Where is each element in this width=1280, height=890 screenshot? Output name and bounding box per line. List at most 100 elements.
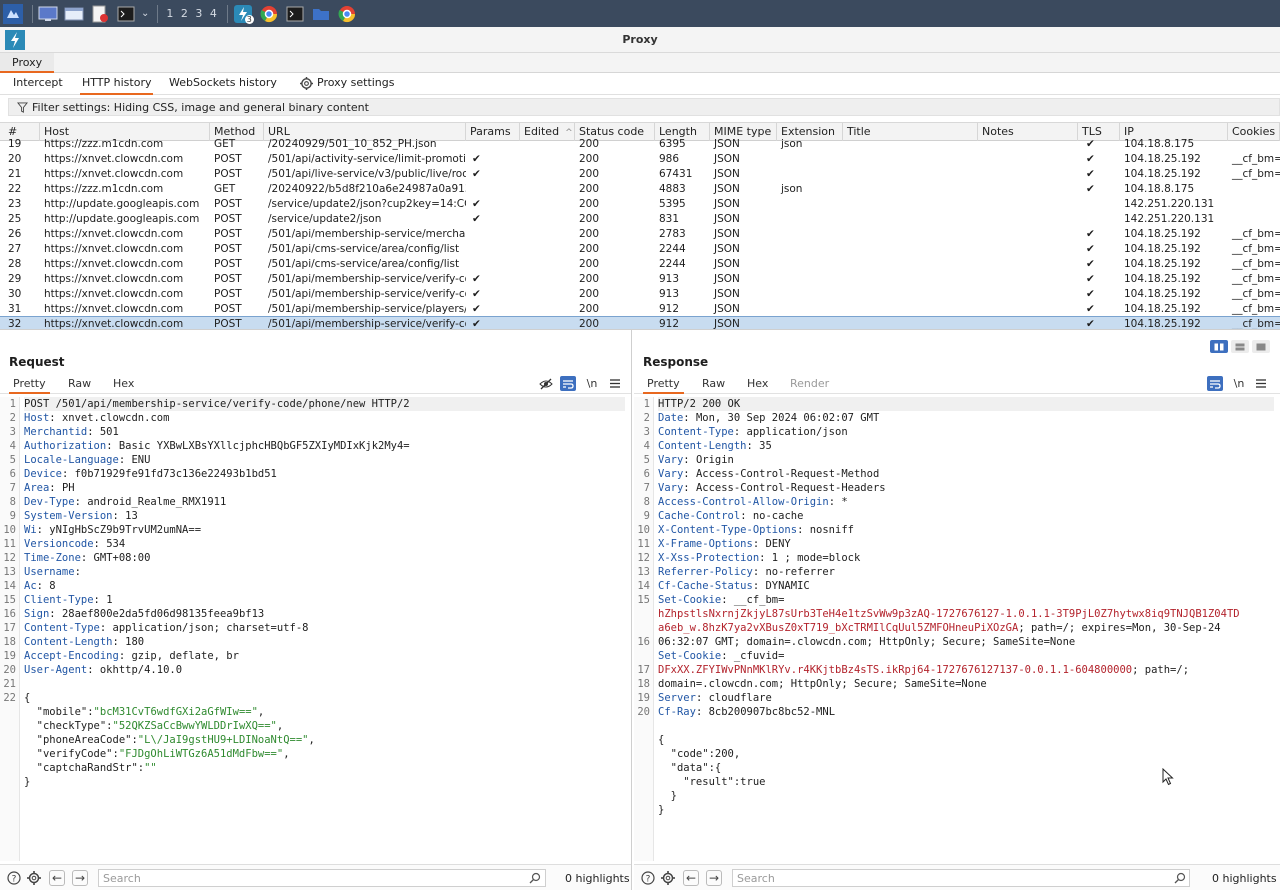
code-text: ; path=/; [1132,664,1190,676]
cell-cookies [1228,182,1280,197]
line-number: 3 [9,426,16,438]
code-text: : * [828,496,848,508]
text-editor-icon[interactable] [89,4,111,24]
table-row[interactable]: 20 https://xnvet.clowcdn.com POST/501/api/… [0,152,1280,167]
help-icon[interactable]: ? [6,870,22,886]
header-name: User-Agent [24,664,88,676]
table-row[interactable]: 25 http://update.googleapis.com POST/servi… [0,212,1280,227]
tab-response-hex[interactable]: Hex [743,377,772,394]
cookie-value: a6eb_w.8hzK7ya2vXBusZ0xT719_bXcTRMIlCqUu… [658,622,1019,634]
chevron-down-icon[interactable]: ⌄ [141,8,149,19]
cell-status-code: 200 [579,288,600,300]
settings-gear-icon[interactable] [660,870,676,886]
code-line: Wi: yNIgHbScZ9b9TrvUM2umNA== [24,523,625,537]
newline-toggle[interactable]: \n [584,376,600,391]
tab-request-pretty[interactable]: Pretty [9,377,50,394]
tab-http-history[interactable]: HTTP history [80,76,154,95]
cell-ip: 142.251.220.131 [1124,213,1215,225]
settings-gear-icon[interactable] [26,870,42,886]
tab-proxy-settings[interactable]: Proxy settings [298,76,397,95]
tab-proxy[interactable]: Proxy [0,53,55,73]
cell-tls: ✔ [1086,228,1095,240]
line-number: 14 [3,580,16,592]
table-row[interactable]: 19 https://zzz.m1cdn.com GET/20240929/501_… [0,137,1280,152]
table-row[interactable]: 22 https://zzz.m1cdn.com GET/20240922/b5d8… [0,182,1280,197]
hide-eye-icon[interactable] [538,376,554,391]
workspace-switcher[interactable]: 1 2 3 4 [162,7,222,20]
table-row[interactable]: 21 https://xnvet.clowcdn.com POST/501/api/… [0,167,1280,182]
filter-icon [17,101,28,113]
cell-host: http://update.googleapis.com [44,213,200,225]
cell-mime-type: JSON [714,183,740,195]
proxy-subtab-bar: Intercept HTTP history WebSockets histor… [0,73,1280,95]
folder-icon[interactable] [310,4,332,24]
terminal-icon[interactable] [115,4,137,24]
tab-response-pretty[interactable]: Pretty [643,377,684,394]
code-text: : 8cb200907bc8bc52-MNL [695,706,836,718]
filter-settings-bar[interactable]: Filter settings: Hiding CSS, image and g… [8,98,1280,116]
menu-icon[interactable] [608,376,622,391]
newline-toggle[interactable]: \n [1231,376,1247,391]
response-search-input[interactable] [732,869,1190,887]
table-row[interactable]: 30 https://xnvet.clowcdn.com POST/501/api/… [0,287,1280,302]
tab-intercept[interactable]: Intercept [11,76,65,95]
json-string-value: "bcM31CvT6wdfGXi2aGfWIw==" [93,706,258,718]
table-row[interactable]: 31 https://xnvet.clowcdn.com POST/501/api/… [0,302,1280,317]
request-search-input[interactable] [98,869,546,887]
code-text: : android_Realme_RMX1911 [74,496,227,508]
code-line: Dev-Type: android_Realme_RMX1911 [24,495,625,509]
cell-cookies [1228,212,1280,227]
layout-split-icon[interactable] [1210,340,1228,353]
table-row[interactable]: 29 https://xnvet.clowcdn.com POST/501/api/… [0,272,1280,287]
code-line: hZhpstlsNxrnjZkjyL87sUrb3TeH4e1tzSvWw9p3… [658,607,1274,621]
layout-stacked-icon[interactable] [1231,340,1249,353]
table-row[interactable]: 27 https://xnvet.clowcdn.com POST/501/api/… [0,242,1280,257]
code-line: Cf-Cache-Status: DYNAMIC [658,579,1274,593]
tab-response-raw[interactable]: Raw [698,377,729,394]
tab-request-raw[interactable]: Raw [64,377,95,394]
cell-ip: 104.18.25.192 [1124,153,1201,165]
code-line: Merchantid: 501 [24,425,625,439]
wrap-lines-icon[interactable] [560,376,576,391]
json-string-value: "FJDgOhLiWTGz6A51dMdFbw==" [118,748,284,760]
arrow-right-icon[interactable]: → [72,870,88,886]
request-editor[interactable]: 1 2 3 4 5 6 7 8 9 10 11 12 13 14 15 16 17 18 19 20 21 22 POST… [0,397,631,861]
file-manager-icon[interactable] [63,4,85,24]
menu-icon[interactable] [1254,376,1268,391]
code-text: "checkType": [24,720,113,732]
burp-task-icon[interactable]: 3 [232,4,254,24]
tab-websockets-history[interactable]: WebSockets history [167,76,279,95]
code-text: : 35 [746,440,772,452]
cell-method: GET [214,183,236,195]
app-menu-icon[interactable] [2,3,24,24]
response-editor[interactable]: 1 2 3 4 5 6 7 8 9 10 11 12 13 14 15 16 17 18 19 20 HTTP/2 2… [634,397,1280,861]
code-text: : no-cache [740,510,804,522]
line-number: 19 [3,650,16,662]
arrow-left-icon[interactable]: ← [49,870,65,886]
code-text: : nosniff [797,524,854,536]
line-number: 17 [637,664,650,676]
tab-response-render[interactable]: Render [786,377,833,394]
table-row[interactable]: 32 https://xnvet.clowcdn.com POST/501/api/… [0,316,1280,329]
cell-length: 913 [659,273,680,285]
code-line: Vary: Access-Control-Request-Headers [658,481,1274,495]
arrow-right-icon[interactable]: → [706,870,722,886]
table-row[interactable]: 23 http://update.googleapis.com POST/servi… [0,197,1280,212]
code-text: POST /501/api/membership-service/verify-… [24,398,410,410]
help-icon[interactable]: ? [640,870,656,886]
tab-request-hex[interactable]: Hex [109,377,138,394]
cell-method: POST [214,243,242,255]
table-row[interactable]: 28 https://xnvet.clowcdn.com POST/501/api/… [0,257,1280,272]
wrap-lines-icon[interactable] [1207,376,1223,391]
table-row[interactable]: 26 https://xnvet.clowcdn.com POST/501/api/… [0,227,1280,242]
layout-single-icon[interactable] [1252,340,1270,353]
chrome-icon[interactable] [258,4,280,24]
arrow-left-icon[interactable]: ← [683,870,699,886]
cell-tls: ✔ [1086,138,1095,150]
code-text: "phoneAreaCode": [24,734,138,746]
response-pane: Response Pretty Raw Hex Render \n 123456… [634,330,1280,890]
chrome-window-icon[interactable] [336,4,358,24]
cell-cookies: __cf_bm= [1232,273,1280,285]
terminal-window-icon[interactable] [284,4,306,24]
desktop-icon[interactable] [37,4,59,24]
